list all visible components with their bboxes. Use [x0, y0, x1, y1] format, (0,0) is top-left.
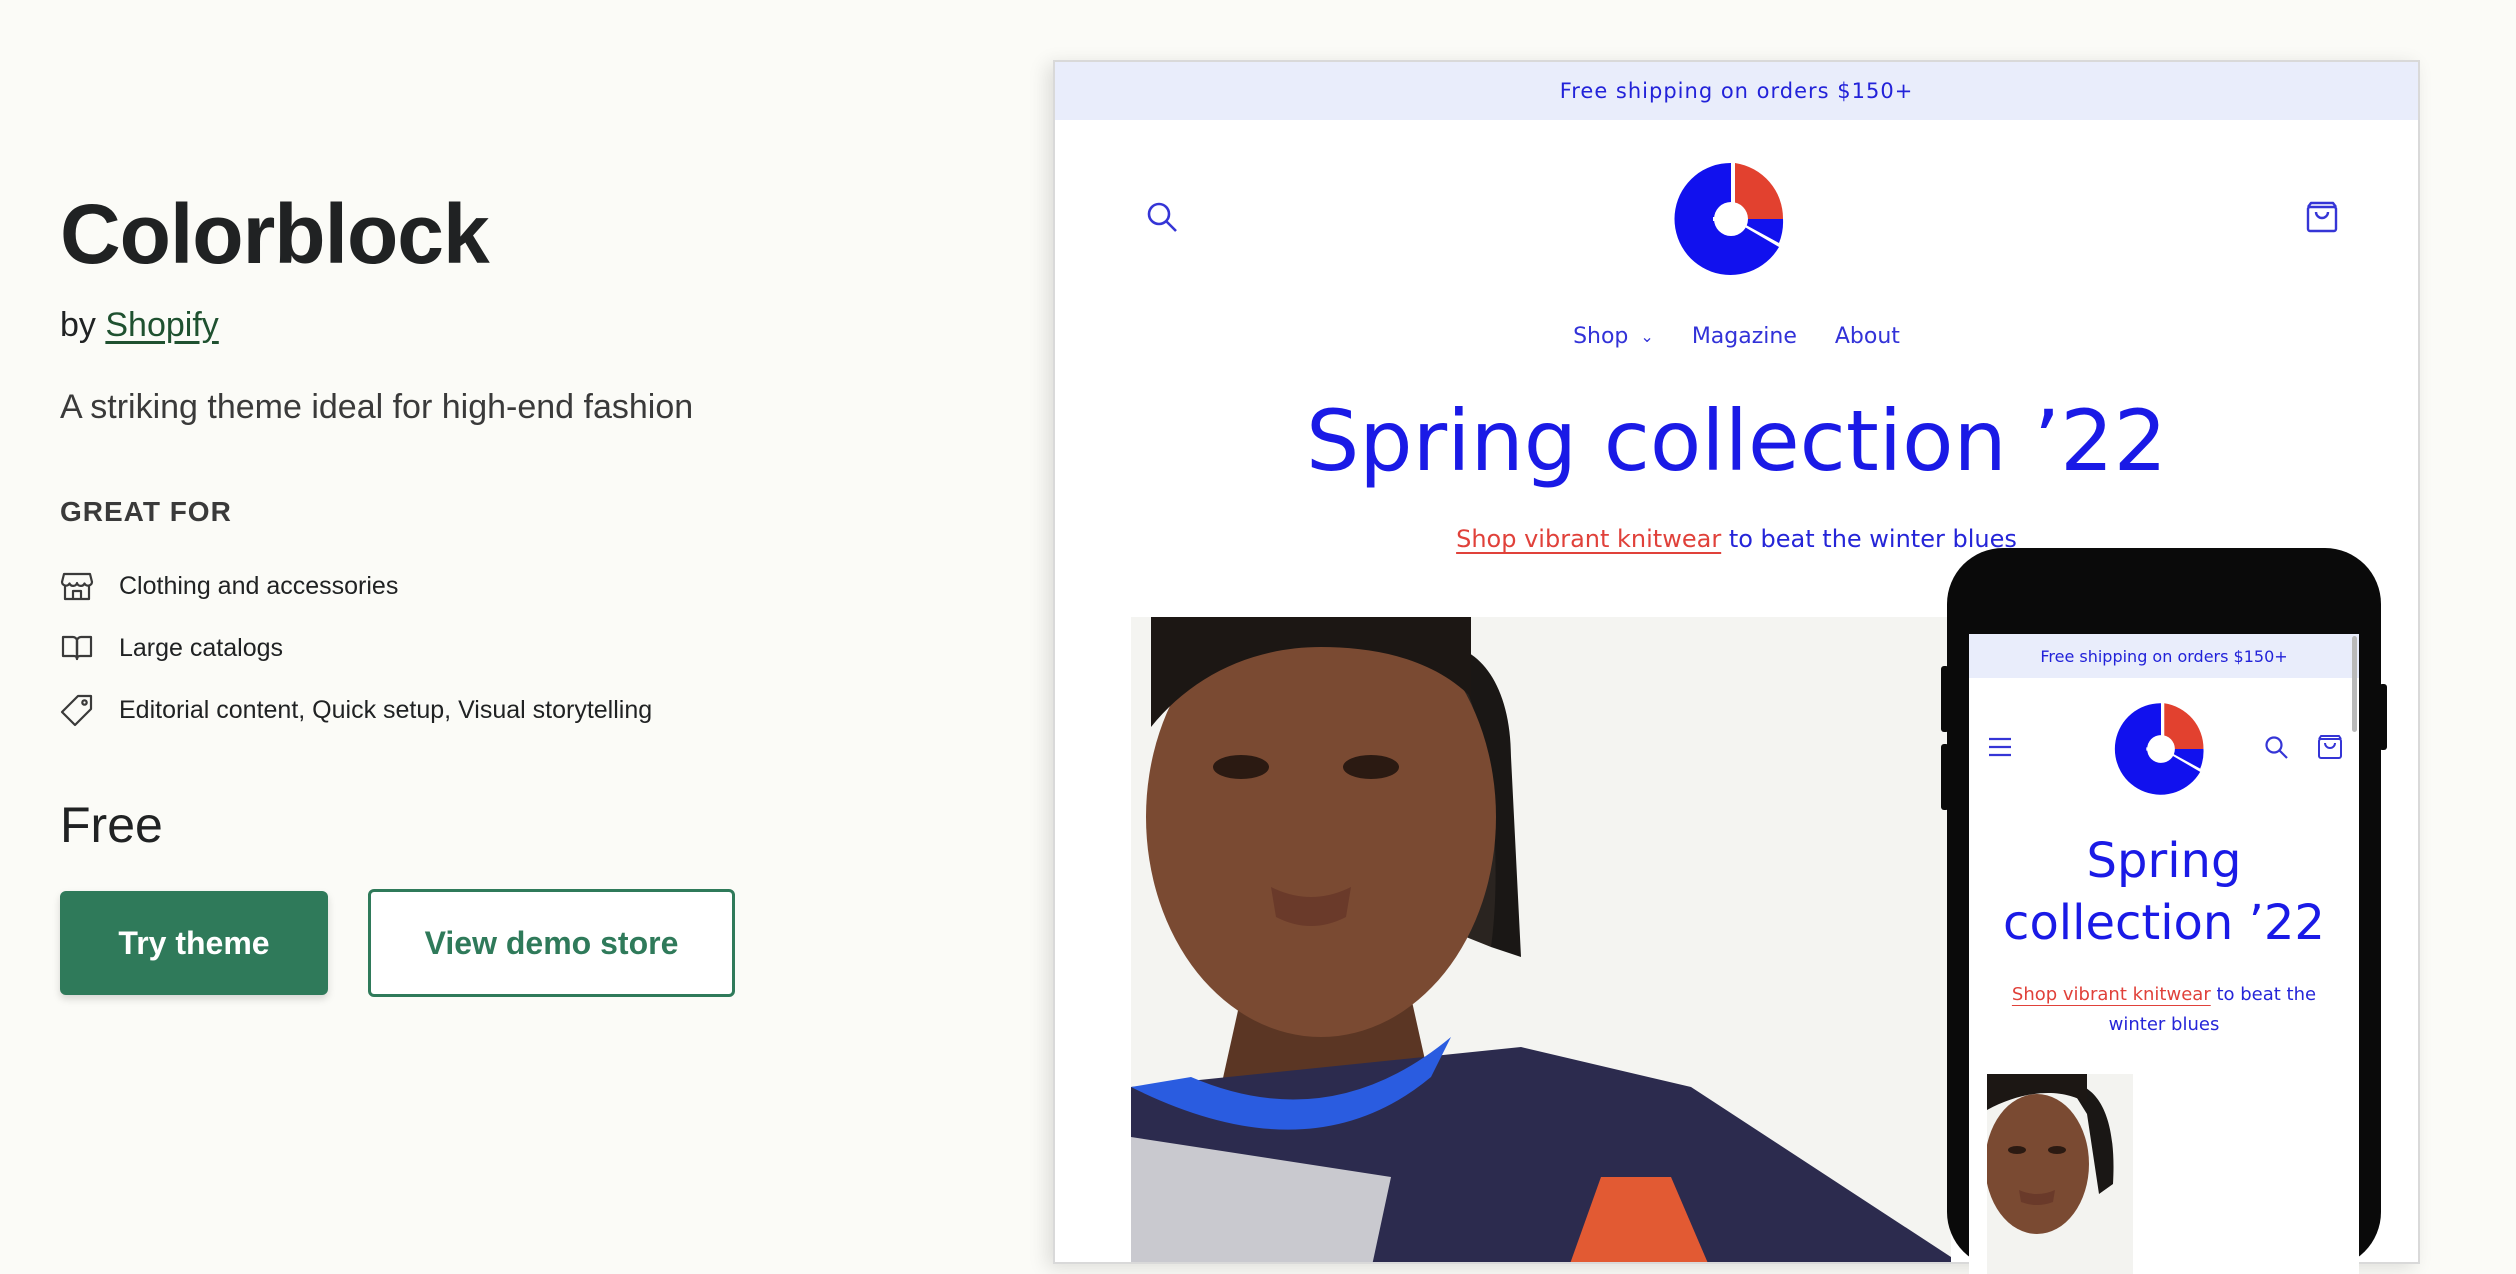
feature-list: Clothing and accessories Large catalogs … — [60, 566, 652, 752]
nav-about[interactable]: About — [1835, 324, 1900, 349]
hero-model-image — [1131, 617, 1951, 1262]
try-theme-button[interactable]: Try theme — [60, 891, 328, 995]
feature-item: Large catalogs — [60, 628, 652, 668]
nav-shop[interactable]: Shop ⌄ — [1573, 324, 1654, 349]
logo-mark[interactable] — [2112, 700, 2210, 802]
feature-item: Clothing and accessories — [60, 566, 652, 606]
hero-subtext-rest: to beat the winter blues — [1721, 525, 2017, 553]
author-link[interactable]: Shopify — [105, 306, 218, 344]
announcement-bar: Free shipping on orders $150+ — [1055, 62, 2418, 120]
cart-icon[interactable] — [2305, 200, 2339, 238]
feature-item: Editorial content, Quick setup, Visual s… — [60, 690, 652, 730]
chevron-down-icon: ⌄ — [1640, 327, 1654, 346]
mobile-headline-line-1: Spring — [2086, 833, 2242, 889]
nav-magazine[interactable]: Magazine — [1692, 324, 1797, 349]
search-icon[interactable] — [2263, 734, 2289, 764]
theme-tagline: A striking theme ideal for high-end fash… — [60, 388, 694, 426]
nav-shop-label: Shop — [1573, 324, 1629, 349]
theme-byline: by Shopify — [60, 306, 219, 345]
logo-mark[interactable] — [1671, 159, 1791, 283]
phone-side-button — [2379, 684, 2387, 750]
great-for-heading: GREAT FOR — [60, 496, 232, 527]
store-nav: Shop ⌄ Magazine About — [1055, 324, 2418, 349]
mobile-hero-headline: Spring collection ’22 — [1969, 830, 2359, 954]
tag-icon — [60, 693, 94, 727]
storefront-icon — [60, 569, 94, 603]
open-book-icon — [60, 631, 94, 665]
feature-label: Large catalogs — [119, 633, 284, 662]
phone-side-button — [1941, 666, 1949, 732]
phone-side-button — [1941, 744, 1949, 810]
mobile-hero-subtext: Shop vibrant knitwear to beat the winter… — [1999, 980, 2329, 1040]
mobile-hero-model-image — [1987, 1074, 2133, 1274]
menu-icon[interactable] — [1987, 734, 2013, 764]
theme-price: Free — [60, 797, 163, 853]
feature-label: Clothing and accessories — [119, 571, 399, 600]
view-demo-store-button[interactable]: View demo store — [368, 889, 735, 997]
mobile-headline-line-2: collection ’22 — [2003, 895, 2325, 951]
theme-title: Colorblock — [60, 187, 490, 281]
feature-label: Editorial content, Quick setup, Visual s… — [119, 695, 653, 724]
search-icon[interactable] — [1145, 200, 1179, 238]
mobile-announcement-bar: Free shipping on orders $150+ — [1969, 634, 2359, 678]
cart-icon[interactable] — [2317, 734, 2343, 764]
mobile-theme-preview: Free shipping on orders $150+ Spring col… — [1941, 548, 2387, 1274]
knitwear-link[interactable]: Shop vibrant knitwear — [1456, 525, 1721, 553]
scrollbar[interactable] — [2352, 636, 2357, 732]
hero-headline: Spring collection ’22 — [1305, 392, 2168, 490]
byline-prefix: by — [60, 306, 96, 344]
phone-screen: Free shipping on orders $150+ Spring col… — [1969, 634, 2359, 1274]
knitwear-link[interactable]: Shop vibrant knitwear — [2012, 984, 2211, 1005]
